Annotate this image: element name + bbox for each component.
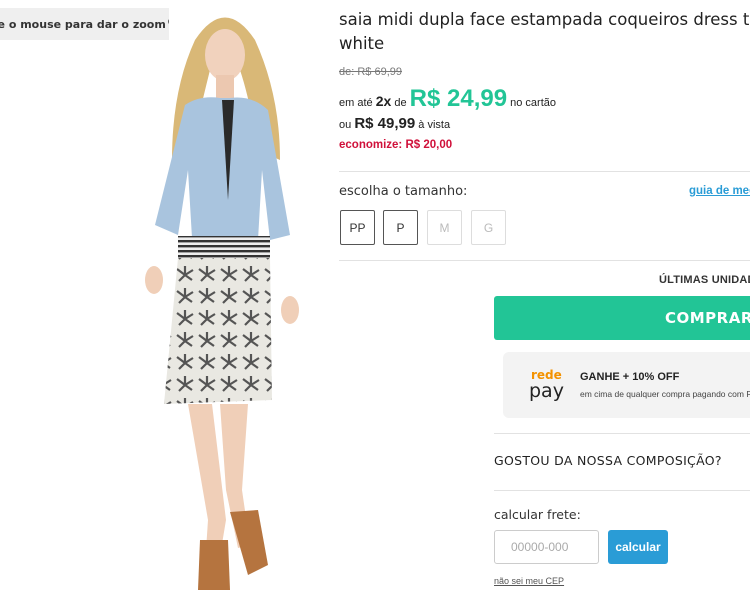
divider: [494, 433, 750, 434]
size-guide-link[interactable]: guia de med: [689, 185, 750, 197]
product-title-line2: white: [339, 34, 385, 53]
installment-price: em até 2x de R$ 24,99 no cartão: [339, 85, 556, 113]
old-price: de: R$ 69,99: [339, 66, 402, 78]
stock-notice: ÚLTIMAS UNIDAD: [659, 274, 750, 286]
composition-heading[interactable]: GOSTOU DA NOSSA COMPOSIÇÃO?: [494, 453, 722, 468]
redepay-headline: GANHE + 10% OFF: [580, 371, 680, 383]
installment-amount: R$ 24,99: [409, 85, 508, 112]
size-label: escolha o tamanho:: [339, 184, 468, 199]
product-photo[interactable]: [130, 0, 320, 593]
divider: [339, 171, 750, 172]
product-title-line1: saia midi dupla face estampada coqueiros…: [339, 10, 750, 29]
cep-input[interactable]: [494, 530, 599, 564]
size-option-pp[interactable]: PP: [340, 210, 375, 245]
no-cep-link[interactable]: não sei meu CEP: [494, 576, 564, 586]
size-option-p[interactable]: P: [383, 210, 418, 245]
installment-prefix: em até: [339, 97, 373, 109]
redepay-logo: rede pay: [529, 368, 569, 402]
buy-button[interactable]: COMPRAR: [494, 296, 750, 340]
cash-prefix: ou: [339, 119, 352, 131]
cash-amount: R$ 49,99: [354, 115, 416, 132]
installment-of: de: [394, 97, 407, 109]
divider: [494, 490, 750, 491]
redepay-banner[interactable]: rede pay GANHE + 10% OFF em cima de qual…: [503, 352, 750, 418]
cash-price: ou R$ 49,99 à vista: [339, 115, 450, 132]
product-title: saia midi dupla face estampada coqueiros…: [339, 8, 750, 56]
savings-text: economize: R$ 20,00: [339, 139, 453, 151]
shipping-label: calcular frete:: [494, 507, 581, 522]
redepay-subtext: em cima de qualquer compra pagando com R…: [580, 389, 750, 399]
calculate-shipping-button[interactable]: calcular: [608, 530, 668, 564]
size-option-m[interactable]: M: [427, 210, 462, 245]
redepay-logo-bottom: pay: [529, 380, 564, 402]
cash-suffix: à vista: [418, 119, 451, 131]
installment-suffix: no cartão: [510, 97, 556, 109]
size-option-g[interactable]: G: [471, 210, 506, 245]
installment-count: 2x: [375, 93, 392, 109]
divider: [339, 260, 750, 261]
